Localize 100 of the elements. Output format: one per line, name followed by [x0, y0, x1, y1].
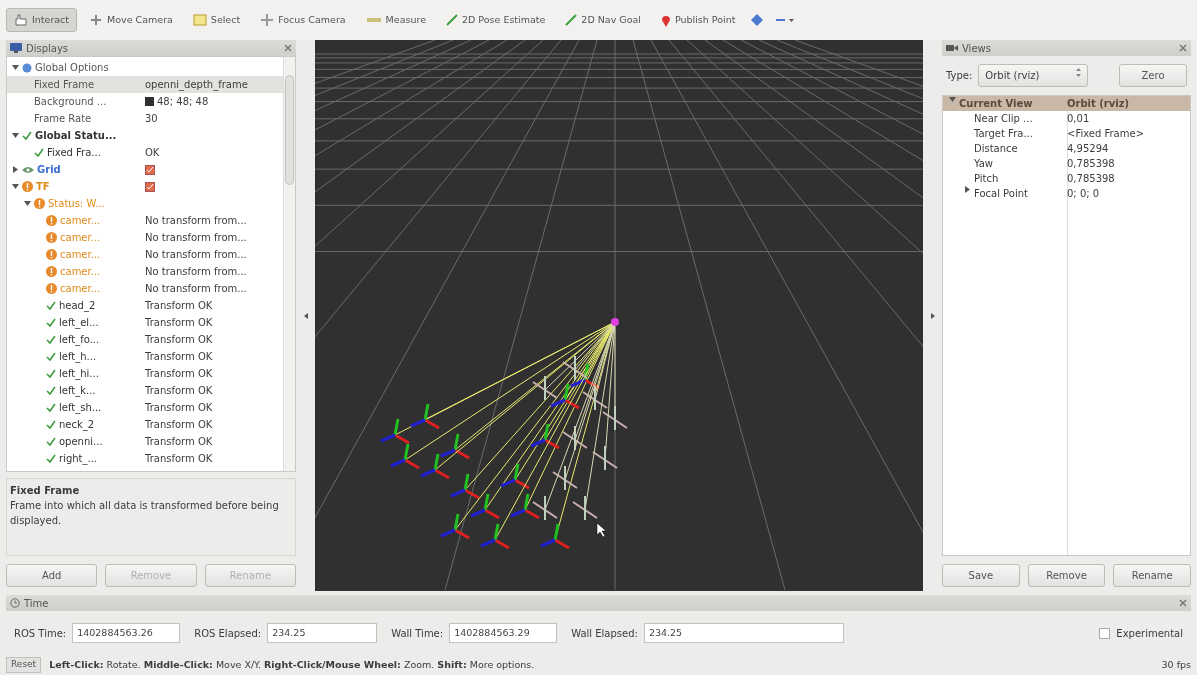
field-label: ROS Elapsed: — [194, 626, 262, 641]
tool-button[interactable]: Move Camera — [81, 7, 181, 33]
property-name: Near Clip ... — [974, 112, 1033, 126]
display-button[interactable]: Add — [6, 564, 98, 587]
property-value: 0,785398 — [1067, 172, 1115, 186]
collapsed-caret-icon[interactable] — [963, 186, 971, 193]
pointer-hand-icon — [14, 14, 28, 26]
time-field[interactable]: 234.25 — [267, 622, 378, 644]
tree-row[interactable]: Fixed Fra... OK — [7, 144, 283, 161]
tree-row[interactable]: left_k... Transform OK — [7, 382, 283, 399]
expanded-caret-icon[interactable] — [11, 132, 19, 139]
tree-row[interactable]: left_el... Transform OK — [7, 314, 283, 331]
tool-button[interactable]: 2D Nav Goal — [557, 7, 649, 33]
property-value: Transform OK — [145, 401, 213, 415]
tree-label: left_sh... — [59, 401, 102, 415]
type-label: Type: — [946, 69, 973, 83]
tool-button[interactable]: Measure — [357, 7, 434, 33]
tree-row[interactable]: Fixed Frame openni_depth_frame — [7, 76, 283, 93]
property-value: No transform from... — [145, 248, 247, 262]
time-field[interactable]: 1402884563.29 — [449, 622, 558, 644]
tree-row[interactable]: camer... No transform from... — [7, 280, 283, 297]
tree-label: left_k... — [59, 384, 96, 398]
tree-row[interactable]: left_h... Transform OK — [7, 348, 283, 365]
select-rectangle-icon — [192, 14, 207, 26]
tree-label: Current View — [959, 97, 1033, 111]
tree-row[interactable]: camer... No transform from... — [7, 263, 283, 280]
tree-label: Frame Rate — [34, 112, 92, 126]
tree-row[interactable]: Frame Rate 30 — [7, 110, 283, 127]
scrollbar-thumb[interactable] — [285, 75, 294, 185]
collapse-right-icon[interactable] — [930, 312, 935, 319]
time-field[interactable]: 234.25 — [643, 622, 844, 644]
type-dropdown[interactable]: Orbit (rviz) — [978, 64, 1089, 87]
close-icon[interactable] — [1179, 599, 1187, 607]
tree-row[interactable]: left_hi... Transform OK — [7, 365, 283, 382]
tree-label: neck_2 — [59, 418, 95, 432]
expanded-caret-icon[interactable] — [23, 200, 31, 207]
mouse-cursor-icon — [596, 522, 607, 538]
property-value: Transform OK — [145, 350, 213, 364]
monitor-icon — [10, 43, 22, 53]
tool-button[interactable]: Select — [184, 7, 249, 33]
expanded-caret-icon[interactable] — [11, 64, 19, 71]
description-text: Frame into which all data is transformed before being displayed. — [10, 499, 280, 528]
checkbox-icon[interactable] — [1099, 627, 1111, 639]
property-name: Target Fra... — [974, 127, 1033, 141]
view-button[interactable]: Rename — [1113, 564, 1191, 587]
tree-label: Background ... — [34, 95, 107, 109]
expanded-caret-icon[interactable] — [949, 96, 956, 103]
tree-row[interactable]: left_fo... Transform OK — [7, 331, 283, 348]
collapsed-caret-icon[interactable] — [11, 166, 19, 173]
property-value: 30 — [145, 112, 158, 126]
tree-row[interactable]: camer... No transform from... — [7, 212, 283, 229]
checked-checkbox-icon[interactable] — [145, 181, 155, 192]
property-value: Transform OK — [145, 418, 213, 432]
tree-label: TF — [36, 180, 50, 194]
expanded-caret-icon[interactable] — [11, 183, 19, 190]
view-button[interactable]: Save — [942, 564, 1020, 587]
tree-row[interactable]: camer... No transform from... — [7, 229, 283, 246]
tree-row[interactable]: Background ... 48; 48; 48 — [7, 93, 283, 110]
close-icon[interactable] — [1179, 44, 1187, 52]
tree-label: Status: W... — [48, 197, 105, 211]
3d-viewport[interactable] — [315, 40, 923, 591]
tree-label: camer... — [60, 282, 101, 296]
tool-button[interactable]: Focus Camera — [252, 7, 354, 33]
tree-label: head_2 — [59, 299, 96, 313]
tree-row[interactable]: left_sh... Transform OK — [7, 399, 283, 416]
tree-row[interactable]: Global Options — [7, 59, 283, 76]
zero-button[interactable]: Zero — [1119, 64, 1187, 87]
property-value: 0; 0; 0 — [1067, 187, 1100, 201]
property-value: No transform from... — [145, 231, 247, 245]
tree-label: left_hi... — [59, 367, 99, 381]
time-field[interactable]: 1402884563.26 — [72, 622, 181, 644]
tree-row[interactable]: right_... Transform OK — [7, 450, 283, 467]
property-value: No transform from... — [145, 214, 247, 228]
description-title: Fixed Frame — [10, 484, 81, 498]
scrollbar[interactable] — [283, 57, 295, 471]
tree-row[interactable]: head_2 Transform OK — [7, 297, 283, 314]
property-value: Orbit (rviz) — [1067, 97, 1130, 111]
checked-checkbox-icon[interactable] — [145, 164, 155, 175]
property-name: Focal Point — [974, 187, 1028, 201]
tool-button[interactable]: Publish Point — [652, 7, 744, 33]
collapse-left-icon[interactable] — [303, 312, 308, 319]
property-name: Yaw — [974, 157, 994, 171]
tree-label: camer... — [60, 231, 101, 245]
tree-label: camer... — [60, 265, 101, 279]
close-icon[interactable] — [284, 44, 292, 52]
tool-button[interactable]: 2D Pose Estimate — [438, 7, 554, 33]
property-value: Transform OK — [145, 435, 213, 449]
tree-row[interactable]: Global Statu... — [7, 127, 283, 144]
tool-button[interactable]: Interact — [6, 7, 78, 33]
tree-row[interactable]: openni... Transform OK — [7, 433, 283, 450]
tree-row[interactable]: Grid — [7, 161, 283, 178]
tree-row[interactable]: neck_2 Transform OK — [7, 416, 283, 433]
tree-row[interactable]: camer... No transform from... — [7, 246, 283, 263]
move-arrows-icon — [89, 14, 104, 26]
property-value: 48; 48; 48 — [157, 95, 209, 109]
tree-row[interactable]: Current View Orbit (rviz) — [943, 96, 1190, 111]
view-button[interactable]: Remove — [1027, 564, 1106, 587]
tree-label: camer... — [60, 214, 101, 228]
reset-button[interactable]: Reset — [6, 657, 42, 673]
map-pin-icon — [660, 13, 671, 27]
